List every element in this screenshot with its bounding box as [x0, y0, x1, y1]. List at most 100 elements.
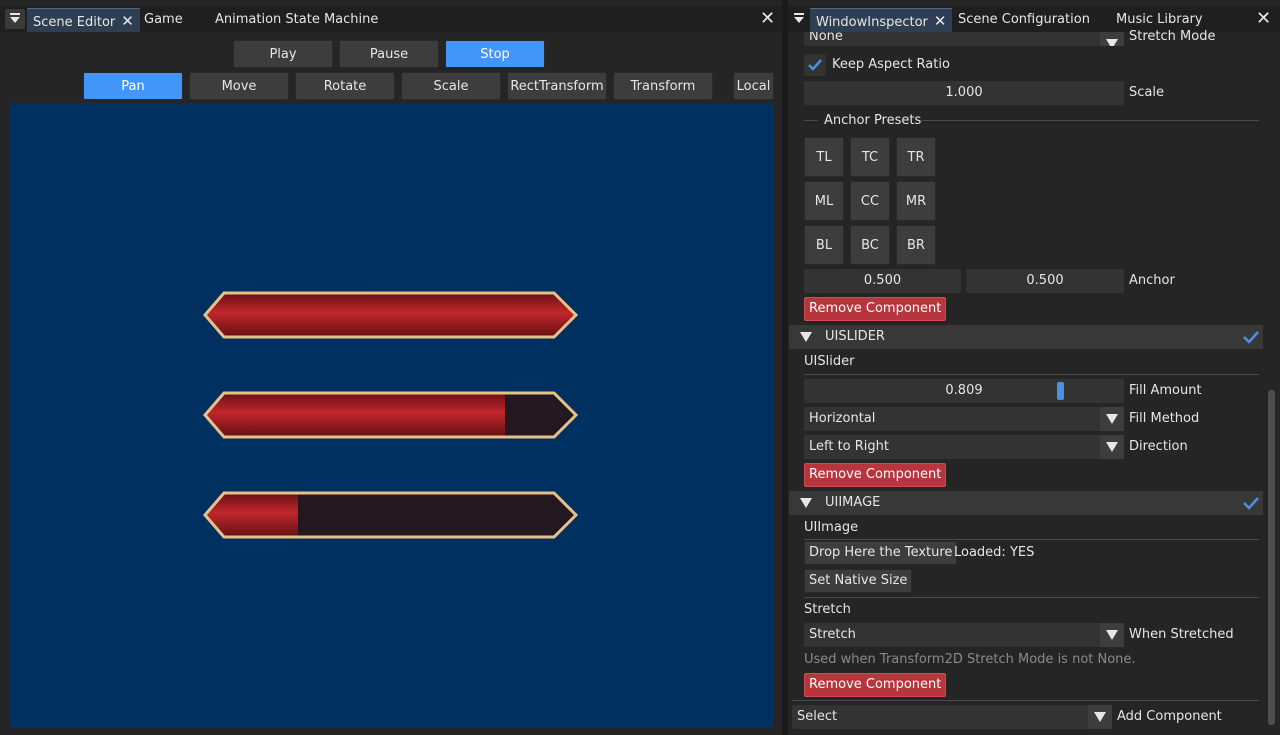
- checkmark-icon: [808, 59, 822, 71]
- inspector-scrollbar[interactable]: [1268, 390, 1275, 725]
- separator: [804, 374, 1259, 375]
- tab-label: Scene Editor: [33, 15, 116, 30]
- left-tab-bar: Scene Editor ✕ Game Animation State Machi…: [0, 6, 782, 32]
- local-space-button[interactable]: Local: [733, 72, 774, 100]
- close-panel-icon[interactable]: ✕: [760, 8, 775, 30]
- anchor-label: Anchor: [1129, 273, 1175, 288]
- collapse-triangle-icon: [800, 498, 812, 508]
- scale-label: Scale: [1129, 85, 1164, 100]
- tab-scene-editor[interactable]: Scene Editor ✕: [27, 8, 140, 32]
- slider-bar[interactable]: [202, 390, 579, 440]
- scale-tool-button[interactable]: Scale: [401, 72, 501, 100]
- tab-game[interactable]: Game: [138, 8, 189, 32]
- tab-label: Game: [144, 12, 183, 27]
- chevron-down-icon: [1088, 705, 1112, 729]
- slider-bar[interactable]: [202, 490, 579, 540]
- slider-handle[interactable]: [1057, 382, 1064, 400]
- pan-tool-button[interactable]: Pan: [83, 72, 183, 100]
- fill-method-label: Fill Method: [1129, 411, 1200, 426]
- anchor-middle-right-button[interactable]: MR: [896, 181, 936, 221]
- tab-label: Music Library: [1116, 12, 1203, 27]
- separator: [804, 539, 1259, 540]
- anchor-middle-left-button[interactable]: ML: [804, 181, 844, 221]
- set-native-size-button[interactable]: Set Native Size: [804, 569, 913, 593]
- when-stretched-dropdown[interactable]: Stretch: [804, 623, 1124, 647]
- right-panel-menu-icon[interactable]: [789, 9, 809, 29]
- anchor-bottom-center-button[interactable]: BC: [850, 225, 890, 265]
- anchor-top-left-button[interactable]: TL: [804, 137, 844, 177]
- collapse-triangle-icon: [800, 332, 812, 342]
- chevron-down-icon: [1100, 623, 1124, 647]
- close-icon[interactable]: ✕: [934, 9, 947, 33]
- separator: [792, 700, 1259, 701]
- keep-aspect-label: Keep Aspect Ratio: [832, 57, 950, 72]
- chevron-down-icon: [1100, 32, 1124, 46]
- slider-fill: [205, 393, 505, 437]
- dropdown-value: Stretch: [809, 627, 856, 642]
- drop-texture-button[interactable]: Drop Here the Texture: [804, 541, 958, 565]
- stretch-title: Stretch: [804, 602, 851, 617]
- close-panel-icon[interactable]: ✕: [1256, 8, 1271, 30]
- enabled-checkmark-icon[interactable]: [1241, 493, 1261, 513]
- left-panel-menu-icon[interactable]: [5, 9, 25, 29]
- remove-component-button[interactable]: Remove Component: [804, 463, 947, 487]
- tab-label: Scene Configuration: [958, 12, 1090, 27]
- close-icon[interactable]: ✕: [121, 9, 134, 33]
- scale-field[interactable]: 1.000: [804, 81, 1124, 105]
- remove-component-button[interactable]: Remove Component: [804, 297, 947, 321]
- move-tool-button[interactable]: Move: [189, 72, 289, 100]
- anchor-presets-title: Anchor Presets: [824, 113, 922, 128]
- dropdown-value: None: [809, 32, 843, 44]
- rect-transform-tool-button[interactable]: RectTransform: [507, 72, 607, 100]
- tab-window-inspector[interactable]: WindowInspector ✕: [810, 8, 953, 33]
- anchor-bottom-left-button[interactable]: BL: [804, 225, 844, 265]
- slider-bar[interactable]: [202, 290, 579, 340]
- stretch-hint: Used when Transform2D Stretch Mode is no…: [804, 652, 1136, 667]
- fill-amount-slider[interactable]: 0.809: [804, 379, 1124, 403]
- chevron-down-icon: [1100, 407, 1124, 431]
- separator: [804, 597, 1259, 598]
- tab-animation-state-machine[interactable]: Animation State Machine: [209, 8, 384, 32]
- fill-method-dropdown[interactable]: Horizontal: [804, 407, 1124, 431]
- loaded-status: Loaded: YES: [954, 545, 1035, 560]
- dropdown-value: Horizontal: [809, 411, 876, 426]
- stretch-mode-dropdown[interactable]: None: [804, 32, 1124, 46]
- panel-divider[interactable]: [782, 0, 788, 735]
- uislider-name: UISlider: [804, 354, 855, 369]
- stop-button[interactable]: Stop: [445, 40, 545, 68]
- direction-dropdown[interactable]: Left to Right: [804, 435, 1124, 459]
- keep-aspect-checkbox[interactable]: [804, 54, 826, 76]
- uislider-section-header[interactable]: UISLIDER: [789, 325, 1263, 349]
- separator: [920, 120, 1259, 121]
- fill-amount-label: Fill Amount: [1129, 383, 1202, 398]
- anchor-x-field[interactable]: 0.500: [804, 269, 961, 293]
- slider-fill: [205, 493, 298, 537]
- anchor-top-right-button[interactable]: TR: [896, 137, 936, 177]
- transform-tool-button[interactable]: Transform: [613, 72, 713, 100]
- add-component-dropdown[interactable]: Select: [792, 705, 1112, 729]
- dropdown-value: Select: [797, 709, 838, 724]
- play-button[interactable]: Play: [233, 40, 333, 68]
- rotate-tool-button[interactable]: Rotate: [295, 72, 395, 100]
- tab-label: WindowInspector: [816, 15, 928, 30]
- anchor-bottom-right-button[interactable]: BR: [896, 225, 936, 265]
- tab-scene-configuration[interactable]: Scene Configuration: [952, 8, 1096, 32]
- uiimage-section-header[interactable]: UIIMAGE: [789, 491, 1263, 515]
- tab-label: Animation State Machine: [215, 12, 379, 27]
- enabled-checkmark-icon[interactable]: [1241, 327, 1261, 347]
- anchor-y-field[interactable]: 0.500: [966, 269, 1124, 293]
- pause-button[interactable]: Pause: [339, 40, 439, 68]
- separator: [804, 120, 818, 121]
- direction-label: Direction: [1129, 439, 1188, 454]
- chevron-down-icon: [1100, 435, 1124, 459]
- scene-viewport[interactable]: [9, 103, 774, 727]
- add-component-label: Add Component: [1117, 709, 1222, 724]
- uiimage-name: UIImage: [804, 520, 859, 535]
- remove-component-button[interactable]: Remove Component: [804, 673, 947, 697]
- dropdown-value: Left to Right: [809, 439, 890, 454]
- anchor-center-button[interactable]: CC: [850, 181, 890, 221]
- section-title: UISLIDER: [825, 329, 885, 344]
- anchor-top-center-button[interactable]: TC: [850, 137, 890, 177]
- when-stretched-label: When Stretched: [1129, 627, 1234, 642]
- section-title: UIIMAGE: [825, 495, 881, 510]
